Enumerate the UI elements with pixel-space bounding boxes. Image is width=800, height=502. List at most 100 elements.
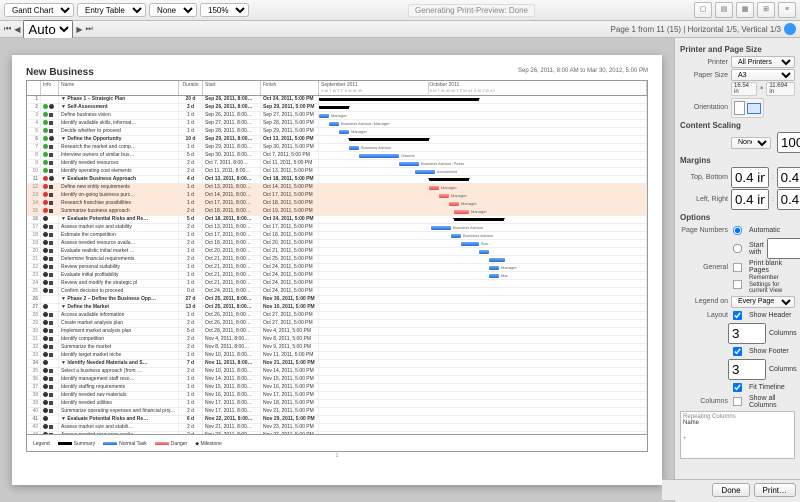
task-row: 25 Confirm decision to proceed0 dOct 24,… — [27, 288, 647, 296]
sect-options: Options — [680, 213, 795, 222]
margin-top[interactable] — [731, 167, 769, 188]
task-row: 16 ▼ Evaluate Potential Risks and Re…5 d… — [27, 216, 647, 224]
task-row: 6 ▼ Define the Opportunity10 dSep 29, 20… — [27, 136, 647, 144]
add-column-icon[interactable]: + — [683, 436, 792, 442]
nav-next-icon[interactable]: ▶ — [76, 25, 82, 34]
done-button[interactable]: Done — [712, 483, 749, 497]
print-blank-checkbox[interactable] — [733, 262, 742, 271]
paper-width: 16.54 in — [731, 82, 757, 96]
nav-last-icon[interactable]: ⏭ — [86, 24, 93, 34]
task-row: 17 Assess market size and stability2 dOc… — [27, 224, 647, 232]
task-row: 30 Implement market analysis plan5 dOct … — [27, 328, 647, 336]
sub-toolbar: ⏮ ◀ Auto ▶ ⏭ Page 1 from 11 (15) | Horiz… — [0, 21, 800, 38]
nav-first-icon[interactable]: ⏮ — [4, 24, 11, 34]
page-info-label: Page 1 from 11 (15) | Horizontal 1/5, Ve… — [611, 25, 781, 34]
task-row: 14 Research franchise possibilities1 dOc… — [27, 200, 647, 208]
task-row: 29 Create market analysis plan2 dOct 26,… — [27, 320, 647, 328]
orientation-picker[interactable] — [731, 98, 764, 118]
header-columns[interactable] — [728, 323, 766, 344]
task-row: 20 Evaluate realistic initial market …1 … — [27, 248, 647, 256]
grid-header: Info Name Duratio Start Finish September… — [27, 81, 647, 96]
task-row: 11 ▼ Evaluate Business Approach4 dOct 13… — [27, 176, 647, 184]
nav-prev-icon[interactable]: ◀ — [14, 25, 20, 34]
task-row: 27 ▼ Define the Market13 dOct 25, 2011, … — [27, 304, 647, 312]
pgnum-auto-radio[interactable] — [733, 226, 742, 235]
toolbar-btn-1[interactable]: ▢ — [694, 2, 712, 18]
zoom-select[interactable]: 150% — [200, 3, 249, 17]
task-row: 31 Identify competition2 dNov 4, 2011, 8… — [27, 336, 647, 344]
view-mode-select[interactable]: Gantt Chart — [4, 3, 74, 17]
show-footer-checkbox[interactable] — [733, 347, 742, 356]
table-mode-select[interactable]: Entry Table — [77, 3, 146, 17]
task-row: 33 Identify target market niche1 dNov 10… — [27, 352, 647, 360]
task-row: 22 Review personal suitability1 dOct 21,… — [27, 264, 647, 272]
landscape-icon[interactable] — [747, 103, 761, 114]
task-row: 18 Estimate the competition1 dOct 17, 20… — [27, 232, 647, 240]
task-row: 23 Evaluate initial profitability1 dOct … — [27, 272, 647, 280]
info-icon[interactable] — [784, 23, 796, 35]
task-row: 43 Assess needed resources availa…2 dNov… — [27, 432, 647, 434]
margin-bottom[interactable] — [777, 167, 800, 188]
task-row: 37 Identify staffing requirements1 dNov … — [27, 384, 647, 392]
paper-height: 11.694 in — [766, 82, 795, 96]
print-settings-sidebar: Printer and Page Size PrinterAll Printer… — [674, 38, 800, 502]
main-toolbar: Gantt Chart Entry Table None 150% Genera… — [0, 0, 800, 21]
legend-bar: Legend Summary Normal Task Danger ◆ Mile… — [27, 434, 647, 453]
task-row: 39 Identify needed utilities1 dNov 17, 2… — [27, 400, 647, 408]
page-number: 1 — [26, 453, 648, 459]
task-row: 40 Summarize operating expenses and fina… — [27, 408, 647, 416]
task-row: 2 ▼ Self-Assessment3 dSep 26, 2011, 8:00… — [27, 104, 647, 112]
task-row: 8 Interview owners of similar bus…5 dSep… — [27, 152, 647, 160]
task-row: 1▼ Phase 1 – Strategic Plan20 dSep 26, 2… — [27, 96, 647, 104]
printer-select[interactable]: All Printers — [731, 56, 795, 68]
footer-columns[interactable] — [728, 359, 766, 380]
dialog-footer: Done Print… — [662, 479, 800, 500]
task-row: 24 Review and modify the strategic pl1 d… — [27, 280, 647, 288]
task-row: 36 Identify management staff reso…1 dNov… — [27, 376, 647, 384]
fit-timeline-checkbox[interactable] — [733, 383, 742, 392]
filter-select[interactable]: None — [149, 3, 197, 17]
task-row: 13 Identify on-going business purc…1 dOc… — [27, 192, 647, 200]
task-row: 41 ▼ Evaluate Potential Risks and Re…6 d… — [27, 416, 647, 424]
sect-scaling: Content Scaling — [680, 121, 795, 130]
margin-right[interactable] — [777, 189, 800, 210]
sect-margins: Margins — [680, 156, 795, 165]
task-row: 42 Assess market size and stabili…2 dNov… — [27, 424, 647, 432]
pgnum-startwith-radio[interactable] — [733, 244, 742, 253]
task-row: 4 Identify available skills, informat…1 … — [27, 120, 647, 128]
task-row: 15 Summarize business approach2 dOct 18,… — [27, 208, 647, 216]
task-row: 12 Define new entity requirements1 dOct … — [27, 184, 647, 192]
task-row: 26▼ Phase 2 – Define the Business Opp…27… — [27, 296, 647, 304]
page-nav-select[interactable]: Auto — [23, 20, 73, 39]
task-row: 32 Summarize the market2 dNov 8, 2011, 8… — [27, 344, 647, 352]
toolbar-btn-4[interactable]: ⊞ — [757, 2, 775, 18]
scaling-select[interactable]: None — [731, 137, 771, 149]
paper-size-select[interactable]: A3 — [731, 69, 795, 81]
task-row: 19 Assess needed resource availa…2 dOct … — [27, 240, 647, 248]
legend-on-select[interactable]: Every Page — [731, 296, 795, 308]
show-all-columns-checkbox[interactable] — [733, 397, 742, 406]
task-row: 34 ▼ Identify Needed Materials and S…7 d… — [27, 360, 647, 368]
margin-left[interactable] — [731, 189, 769, 210]
task-row: 7 Research the market and comp…1 dSep 29… — [27, 144, 647, 152]
project-daterange: Sep 26, 2011, 8:00 AM to Mar 30, 2012, 5… — [26, 68, 648, 74]
scale-value[interactable] — [777, 132, 800, 153]
task-row: 21 Determine financial requirements2 dOc… — [27, 256, 647, 264]
preview-page: New Business Sep 26, 2011, 8:00 AM to Ma… — [12, 55, 662, 485]
toolbar-btn-2[interactable]: ▤ — [715, 2, 733, 18]
task-row: 38 Identify needed raw materials1 dNov 1… — [27, 392, 647, 400]
task-row: 28 Access available information1 dOct 26… — [27, 312, 647, 320]
remember-settings-checkbox[interactable] — [733, 280, 742, 289]
toolbar-btn-5[interactable]: ≡ — [778, 2, 796, 18]
toolbar-btn-3[interactable]: ▦ — [736, 2, 754, 18]
print-button[interactable]: Print… — [754, 483, 796, 497]
portrait-icon[interactable] — [734, 101, 745, 115]
task-row: 9 Identify needed resources2 dOct 7, 201… — [27, 160, 647, 168]
sect-printer: Printer and Page Size — [680, 45, 795, 54]
show-header-checkbox[interactable] — [733, 311, 742, 320]
task-row: 5 Decide whether to proceed1 dSep 28, 20… — [27, 128, 647, 136]
repeating-columns-box[interactable]: Repeating Columns Name + — [680, 411, 795, 459]
preview-status: Generating Print-Preview: Done — [408, 4, 535, 17]
task-row: 10 Identify operating cost elements2 dOc… — [27, 168, 647, 176]
startwith-value[interactable] — [767, 238, 800, 259]
